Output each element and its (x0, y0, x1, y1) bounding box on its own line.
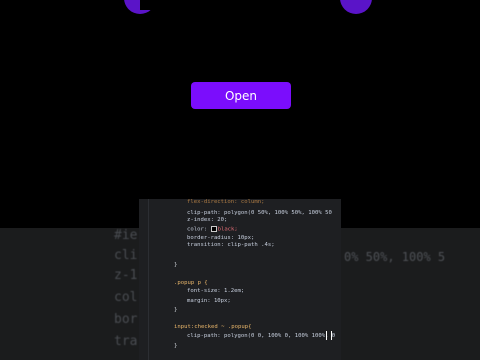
code-token: black; (217, 226, 238, 233)
color-swatch-icon (210, 226, 217, 232)
editor-gutter (148, 199, 149, 360)
code-line: .popup p { (174, 280, 208, 286)
video-frame: Open #ie cli z-1 col bor tra 0% 50%, 100… (0, 0, 480, 360)
code-line: z-index: 20; (187, 217, 228, 223)
code-line: clip-path: polygon(0 50%, 100% 50%, 100%… (187, 210, 332, 216)
bg-code-line: #ie (114, 228, 138, 243)
purple-glow-right (340, 0, 372, 14)
bg-code-line: z-1 (114, 268, 138, 283)
code-line: clip-path: polygon(0 0, 100% 0, 100% 100… (187, 333, 336, 339)
code-line: border-radius: 10px; (187, 235, 255, 241)
bg-code-right-fragment: 0% 50%, 100% 5 (344, 250, 446, 264)
open-button[interactable]: Open (191, 82, 291, 109)
text-cursor-icon (326, 331, 332, 340)
code-line: font-size: 1.2em; (187, 288, 245, 294)
code-line: margin: 10px; (187, 298, 231, 304)
code-line: input:checked ~ .popup{ (174, 324, 252, 330)
code-line: } (174, 262, 178, 268)
bg-code-line: bor (114, 312, 138, 327)
code-token: color: (187, 226, 211, 233)
glow-mask (140, 0, 340, 10)
bg-code-line: col (114, 290, 138, 305)
code-line: flex-direction: column; (187, 199, 265, 205)
code-line: color: black; (187, 226, 238, 234)
code-line: } (174, 343, 178, 349)
bg-code-line: cli (114, 248, 138, 263)
code-line: transition: clip-path .4s; (187, 242, 275, 248)
code-line: } (174, 307, 178, 313)
bg-code-line: tra (114, 334, 138, 349)
